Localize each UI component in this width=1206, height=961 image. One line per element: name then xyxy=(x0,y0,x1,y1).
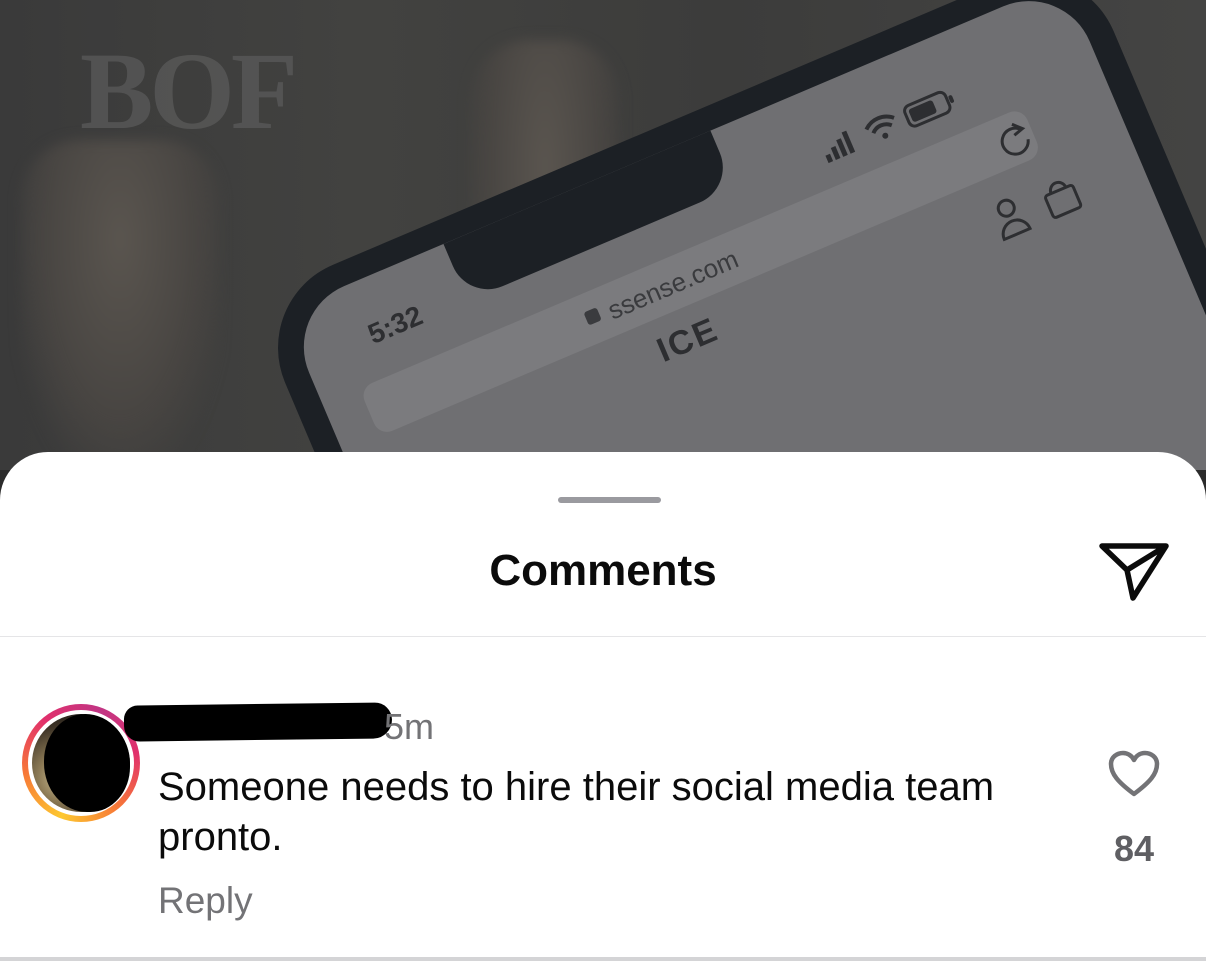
battery-icon xyxy=(903,90,955,128)
comments-sheet: Comments 5m Someone needs to hire their … xyxy=(0,452,1206,961)
background-post-image: BOF ssense.com 5:32 ICE xyxy=(0,0,1206,470)
avatar-redaction xyxy=(44,714,130,812)
bag-icon xyxy=(1044,180,1083,219)
comment-timestamp: 5m xyxy=(384,706,435,747)
bottom-divider xyxy=(0,957,1206,961)
phone-header-icons xyxy=(996,180,1083,242)
user-icon xyxy=(996,198,1033,242)
username-redaction xyxy=(123,702,393,742)
like-count: 84 xyxy=(1113,828,1155,869)
avatar[interactable] xyxy=(22,704,140,822)
avatar-photo xyxy=(32,714,130,812)
sheet-title: Comments xyxy=(489,546,717,595)
phone-site-name: ICE xyxy=(651,310,725,370)
comment-text: Someone needs to hire their social media… xyxy=(158,765,995,859)
phone-time: 5:32 xyxy=(363,299,428,350)
header-divider xyxy=(0,636,1206,637)
bof-logo: BOF xyxy=(80,30,298,152)
reply-button[interactable]: Reply xyxy=(158,880,253,922)
wifi-icon xyxy=(864,114,895,135)
heart-outline-icon[interactable] xyxy=(1108,750,1160,798)
signal-icon xyxy=(825,130,856,164)
sheet-grabber-handle[interactable] xyxy=(558,497,661,503)
background-figure xyxy=(20,140,220,470)
phone-in-photo: ssense.com 5:32 ICE xyxy=(250,0,1206,470)
paper-plane-icon[interactable] xyxy=(1096,540,1170,604)
